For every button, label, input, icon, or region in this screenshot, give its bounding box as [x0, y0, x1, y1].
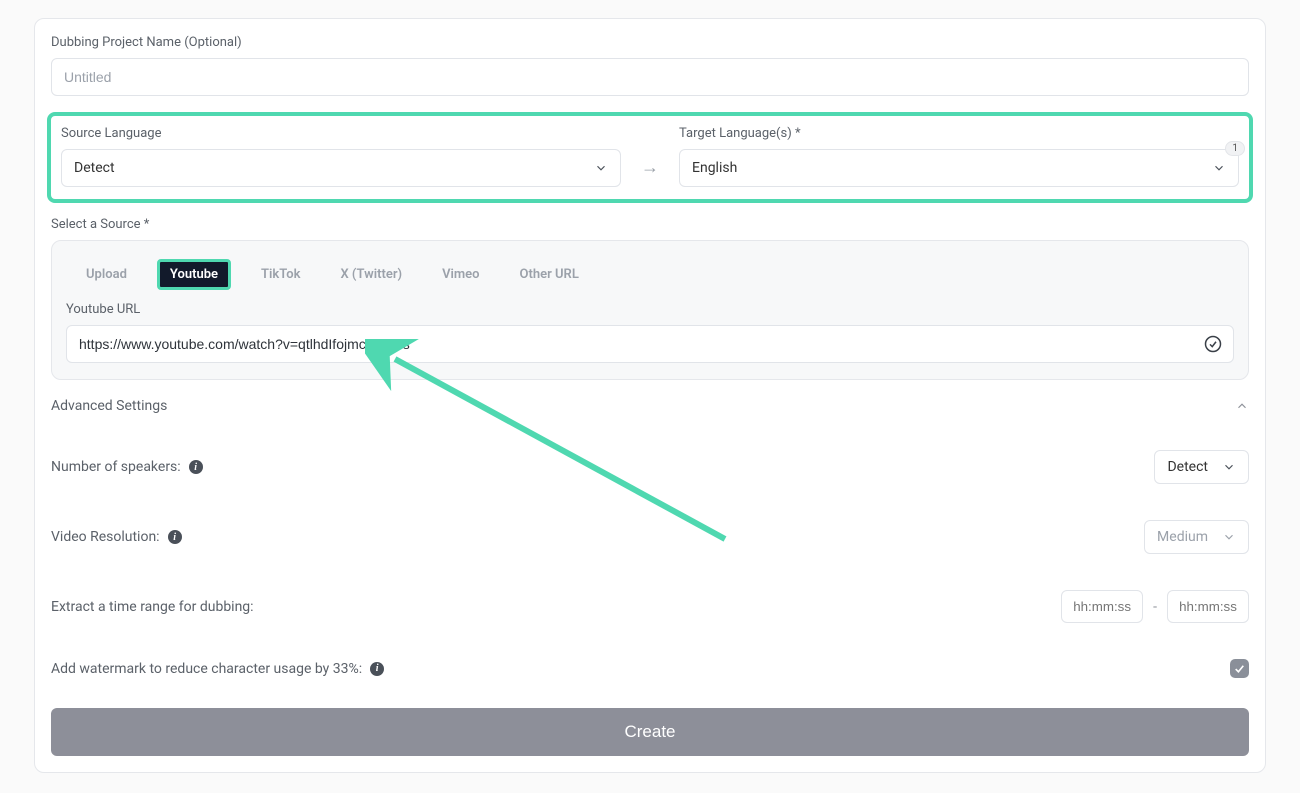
project-name-input[interactable]	[51, 58, 1249, 96]
source-section: Select a Source * Upload Youtube TikTok …	[51, 217, 1249, 380]
tab-youtube[interactable]: Youtube	[157, 259, 231, 290]
chevron-down-icon	[1222, 530, 1236, 544]
project-name-field: Dubbing Project Name (Optional)	[51, 35, 1249, 96]
resolution-label: Video Resolution:	[51, 529, 160, 545]
resolution-select[interactable]: Medium	[1144, 520, 1249, 554]
source-tabs: Upload Youtube TikTok X (Twitter) Vimeo …	[66, 255, 1234, 302]
advanced-settings-label: Advanced Settings	[51, 398, 167, 414]
source-box: Upload Youtube TikTok X (Twitter) Vimeo …	[51, 240, 1249, 380]
resolution-value: Medium	[1157, 529, 1208, 545]
source-language-value: Detect	[74, 160, 115, 176]
watermark-checkbox[interactable]	[1230, 659, 1249, 678]
info-icon[interactable]: i	[168, 530, 182, 544]
speakers-label: Number of speakers:	[51, 459, 181, 475]
resolution-row: Video Resolution: i Medium	[51, 520, 1249, 554]
target-language-field: Target Language(s) * English 1	[679, 126, 1239, 187]
chevron-down-icon	[594, 161, 608, 175]
target-language-label: Target Language(s) *	[679, 126, 1239, 141]
timerange-row: Extract a time range for dubbing: -	[51, 590, 1249, 623]
advanced-settings-toggle[interactable]: Advanced Settings	[51, 398, 1249, 414]
arrow-right-icon: →	[641, 157, 659, 178]
youtube-url-input[interactable]	[66, 325, 1234, 363]
target-language-count-badge: 1	[1225, 141, 1245, 156]
target-language-select[interactable]: English 1	[679, 149, 1239, 187]
tab-vimeo[interactable]: Vimeo	[432, 262, 489, 287]
project-name-label: Dubbing Project Name (Optional)	[51, 35, 1249, 50]
speakers-value: Detect	[1167, 459, 1208, 475]
watermark-row: Add watermark to reduce character usage …	[51, 659, 1249, 678]
tab-other-url[interactable]: Other URL	[510, 262, 589, 287]
check-icon	[1233, 662, 1246, 675]
watermark-label: Add watermark to reduce character usage …	[51, 661, 362, 677]
chevron-down-icon	[1222, 460, 1236, 474]
speakers-select[interactable]: Detect	[1154, 450, 1249, 484]
youtube-url-label: Youtube URL	[66, 302, 1234, 317]
timerange-label: Extract a time range for dubbing:	[51, 599, 254, 615]
info-icon[interactable]: i	[189, 460, 203, 474]
timerange-end-input[interactable]	[1167, 590, 1249, 623]
language-selection-highlight: Source Language Detect → Target Language…	[47, 112, 1253, 203]
source-section-label: Select a Source *	[51, 217, 1249, 232]
target-language-value: English	[692, 160, 737, 176]
timerange-separator: -	[1153, 599, 1157, 615]
speakers-row: Number of speakers: i Detect	[51, 450, 1249, 484]
chevron-up-icon	[1235, 399, 1249, 413]
dubbing-form-panel: Dubbing Project Name (Optional) Source L…	[34, 18, 1266, 773]
tab-upload[interactable]: Upload	[76, 262, 137, 287]
tab-tiktok[interactable]: TikTok	[251, 262, 310, 287]
tab-x-twitter[interactable]: X (Twitter)	[330, 262, 412, 287]
source-language-select[interactable]: Detect	[61, 149, 621, 187]
chevron-down-icon	[1212, 161, 1226, 175]
info-icon[interactable]: i	[370, 662, 384, 676]
create-button[interactable]: Create	[51, 708, 1249, 756]
source-language-label: Source Language	[61, 126, 621, 141]
source-language-field: Source Language Detect	[61, 126, 621, 187]
timerange-start-input[interactable]	[1061, 590, 1143, 623]
check-circle-icon	[1204, 335, 1222, 353]
youtube-url-input-wrap	[66, 325, 1234, 363]
